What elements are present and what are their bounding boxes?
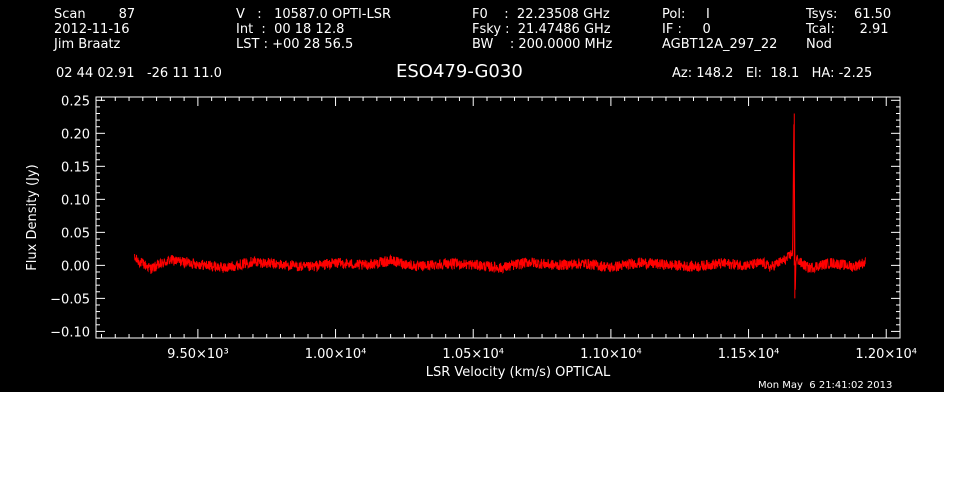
x-tick-label: 1.00×10⁴ xyxy=(305,347,367,362)
y-axis-label: Flux Density (Jy) xyxy=(25,164,40,270)
x-axis-label: LSR Velocity (km/s) OPTICAL xyxy=(426,365,611,380)
y-tick-label: 0.15 xyxy=(61,160,90,175)
x-tick-label: 9.50×10³ xyxy=(167,347,229,362)
plot-panel: Scan 87 2012-11-16 Jim Braatz V : 10587.… xyxy=(0,0,944,392)
y-tick-label: 0.25 xyxy=(61,94,90,109)
timestamp: Mon May 6 21:41:02 2013 xyxy=(758,380,893,391)
plot-frame xyxy=(95,96,901,339)
y-tick-label: −0.05 xyxy=(50,292,90,307)
y-tick-label: 0.05 xyxy=(61,226,90,241)
spectrum-plot: 9.50×10³ 1.00×10⁴ 1.05×10⁴ 1.10×10⁴ 1.15×10⁴… xyxy=(25,94,917,380)
y-tick-label: 0.20 xyxy=(61,127,90,142)
x-tick-label: 1.05×10⁴ xyxy=(442,347,504,362)
spectrum-trace xyxy=(134,113,867,299)
x-tick-label: 1.15×10⁴ xyxy=(718,347,780,362)
x-tick-label: 1.20×10⁴ xyxy=(855,347,917,362)
y-tick-label: −0.10 xyxy=(50,325,90,340)
y-tick-label: 0.00 xyxy=(61,259,90,274)
y-tick-label: 0.10 xyxy=(61,193,90,208)
x-tick-label: 1.10×10⁴ xyxy=(580,347,642,362)
